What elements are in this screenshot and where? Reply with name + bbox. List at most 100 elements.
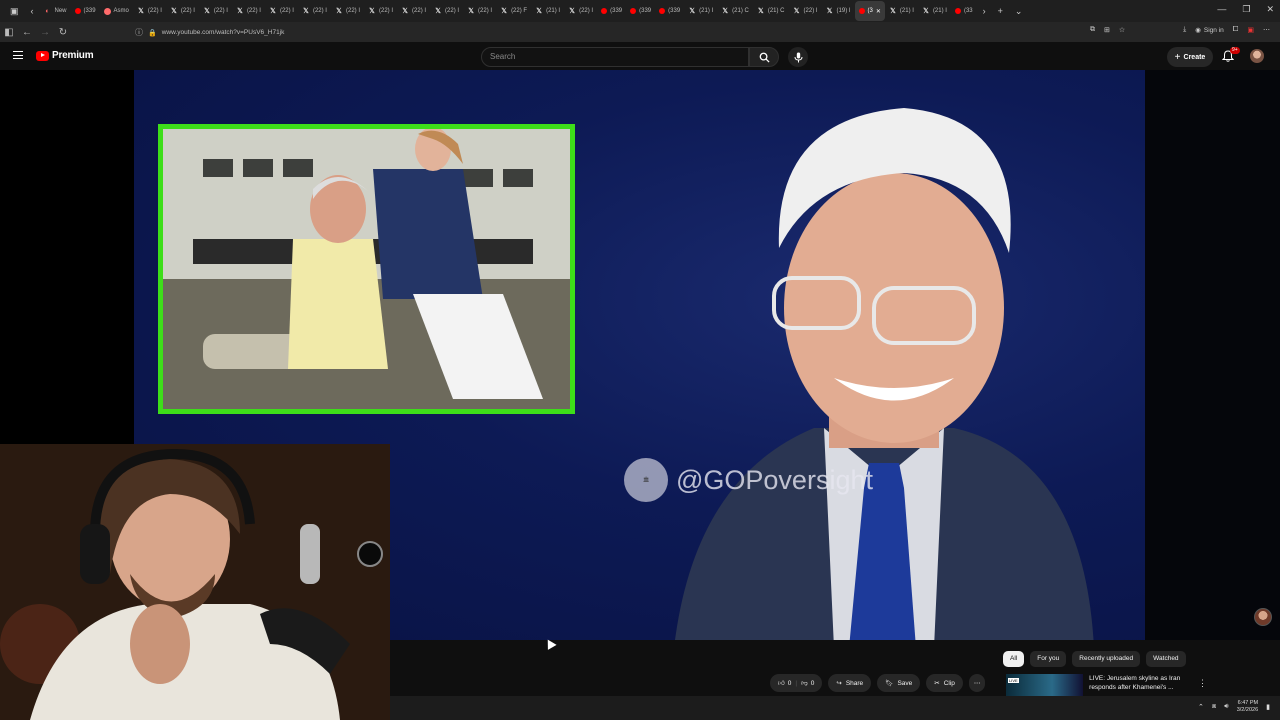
- more-horizontal-icon: ⋯: [973, 680, 981, 687]
- create-button[interactable]: + Create: [1167, 47, 1213, 67]
- recommended-video[interactable]: LIVE LIVE: Jerusalem skyline as Iran res…: [1006, 674, 1196, 696]
- floating-avatar[interactable]: [1254, 608, 1272, 626]
- browser-tab[interactable]: 𝕏 (22) I: [133, 1, 166, 21]
- picture-in-picture-icon[interactable]: ⧉: [1090, 26, 1095, 34]
- youtube-icon: [74, 8, 81, 14]
- filter-chip[interactable]: All: [1003, 651, 1025, 667]
- close-tab-icon[interactable]: ✕: [876, 8, 881, 15]
- chevron-up-icon[interactable]: ⌃: [1198, 703, 1204, 711]
- tab-label: (339: [639, 8, 652, 14]
- tab-label: (22) I: [445, 8, 460, 14]
- recommended-more-icon[interactable]: ⋮: [1198, 678, 1207, 689]
- scissors-icon: ✂: [934, 680, 940, 687]
- browser-tab[interactable]: 𝕏 (22) F: [496, 1, 531, 21]
- browser-tab[interactable]: 𝕏 (21) I: [885, 1, 918, 21]
- more-actions-button[interactable]: ⋯: [968, 674, 986, 692]
- volume-icon[interactable]: 🔊︎: [1224, 703, 1228, 711]
- browser-tab[interactable]: (339: [655, 1, 684, 21]
- browser-tab[interactable]: 𝕏 (22) I: [166, 1, 199, 21]
- browser-tab[interactable]: 𝕏 (22) I: [564, 1, 597, 21]
- tab-label: (22) I: [147, 8, 162, 14]
- tab-scroll-right-icon[interactable]: ›: [977, 6, 992, 16]
- notifications-icon[interactable]: ▮: [1266, 703, 1270, 711]
- share-button[interactable]: ↪ Share: [828, 674, 872, 692]
- favorite-star-icon[interactable]: ☆: [1119, 26, 1125, 34]
- browser-tab[interactable]: 𝕏 (21) I: [531, 1, 564, 21]
- close-icon[interactable]: ✕: [1266, 4, 1274, 15]
- search-input[interactable]: Search: [481, 47, 749, 67]
- sidebar-toggle-icon[interactable]: ◧: [0, 27, 18, 38]
- browser-tab[interactable]: 𝕏 (21) I: [684, 1, 717, 21]
- url-field[interactable]: ⓘ 🔒 www.youtube.com/watch?v=PUsV6_H71jk: [135, 25, 1075, 40]
- reload-icon[interactable]: ↻: [54, 27, 72, 38]
- browser-tab[interactable]: 𝕏 (22) I: [298, 1, 331, 21]
- browser-tab[interactable]: (339: [71, 1, 100, 21]
- browser-tab[interactable]: 𝕏 (21) I: [918, 1, 951, 21]
- browser-tab[interactable]: 𝕏 (21) C: [717, 1, 753, 21]
- restore-icon[interactable]: ❐: [1242, 4, 1250, 15]
- app-install-icon[interactable]: ⊞: [1104, 26, 1110, 34]
- downloads-icon[interactable]: ⤓: [1183, 26, 1186, 34]
- forward-icon[interactable]: →: [36, 27, 54, 38]
- browser-tab[interactable]: 𝕏 (22) I: [265, 1, 298, 21]
- clock[interactable]: 6:47 PM 3/2/2026: [1237, 700, 1258, 714]
- filter-chip[interactable]: Recently uploaded: [1072, 651, 1141, 667]
- browser-tab[interactable]: 𝕏 (22) I: [199, 1, 232, 21]
- youtube-play-icon: [36, 50, 49, 61]
- browser-tab[interactable]: 𝕏 (22) I: [789, 1, 822, 21]
- sign-in-button[interactable]: ◉ Sign in: [1195, 26, 1224, 35]
- browser-tab[interactable]: 𝕏 (22) I: [463, 1, 496, 21]
- x-icon: 𝕏: [303, 8, 309, 15]
- browser-tab[interactable]: (339: [597, 1, 626, 21]
- x-icon: 𝕏: [468, 8, 474, 15]
- hamburger-menu-icon[interactable]: [13, 51, 23, 59]
- x-icon: 𝕏: [536, 8, 542, 15]
- browser-tab[interactable]: 𝕏 (22) I: [397, 1, 430, 21]
- tab-actions-icon[interactable]: ▣: [4, 6, 25, 17]
- tab-label: New: [54, 8, 67, 14]
- x-icon: 𝕏: [204, 8, 210, 15]
- dislike-button[interactable]: 👎︎ 0: [801, 679, 814, 688]
- tab-label: (21) I: [932, 8, 947, 14]
- browser-tab[interactable]: (339: [626, 1, 655, 21]
- browser-tab[interactable]: 𝕏 (21) C: [753, 1, 789, 21]
- browser-tab[interactable]: 𝕏 (19) I: [822, 1, 855, 21]
- save-button[interactable]: 🔖︎ Save: [877, 674, 921, 692]
- minimize-icon[interactable]: —: [1217, 4, 1226, 15]
- extension-badge-icon[interactable]: ▣: [1247, 26, 1254, 34]
- browser-tab[interactable]: 𝕏 (22) I: [232, 1, 265, 21]
- like-button[interactable]: 👍︎ 0: [778, 679, 791, 688]
- browser-tab[interactable]: ◐ New: [40, 1, 71, 21]
- tab-label: (22) I: [279, 8, 294, 14]
- tab-scroll-left-icon[interactable]: ‹: [25, 6, 40, 16]
- x-icon: 𝕏: [435, 8, 441, 15]
- network-icon[interactable]: ⧈: [1212, 703, 1216, 711]
- clip-button[interactable]: ✂ Clip: [926, 674, 963, 692]
- tab-search-icon[interactable]: ⌄: [1009, 6, 1029, 17]
- x-icon: 𝕏: [923, 8, 929, 15]
- info-icon[interactable]: ⓘ: [135, 27, 143, 38]
- youtube-logo[interactable]: Premium: [36, 50, 94, 61]
- extensions-icon[interactable]: ⧠: [1233, 26, 1239, 34]
- new-tab-icon[interactable]: +: [992, 6, 1009, 16]
- browser-tab[interactable]: (3 ✕: [854, 1, 885, 21]
- inset-photo-scene: [163, 129, 570, 409]
- recommended-thumbnail[interactable]: LIVE: [1006, 674, 1084, 696]
- recommended-title[interactable]: LIVE: Jerusalem skyline as Iran responds…: [1089, 674, 1196, 696]
- voice-search-button[interactable]: [788, 47, 808, 67]
- tab-label: (21) C: [732, 8, 749, 14]
- tab-label: (22) I: [412, 8, 427, 14]
- browser-tab[interactable]: Asmo: [100, 1, 133, 21]
- filter-chip[interactable]: For you: [1030, 651, 1067, 667]
- browser-tab[interactable]: 𝕏 (22) I: [364, 1, 397, 21]
- filter-chip[interactable]: Watched: [1146, 651, 1186, 667]
- back-icon[interactable]: ←: [18, 27, 36, 38]
- browser-tab[interactable]: 𝕏 (22) I: [331, 1, 364, 21]
- browser-tab[interactable]: 𝕏 (22) I: [430, 1, 463, 21]
- account-avatar[interactable]: [1250, 49, 1264, 63]
- browser-menu-icon[interactable]: ⋯: [1263, 26, 1270, 34]
- browser-tab[interactable]: (33: [951, 1, 977, 21]
- x-icon: 𝕏: [237, 8, 243, 15]
- search-button[interactable]: [749, 47, 779, 67]
- thumbs-up-icon: 👍︎: [778, 680, 785, 687]
